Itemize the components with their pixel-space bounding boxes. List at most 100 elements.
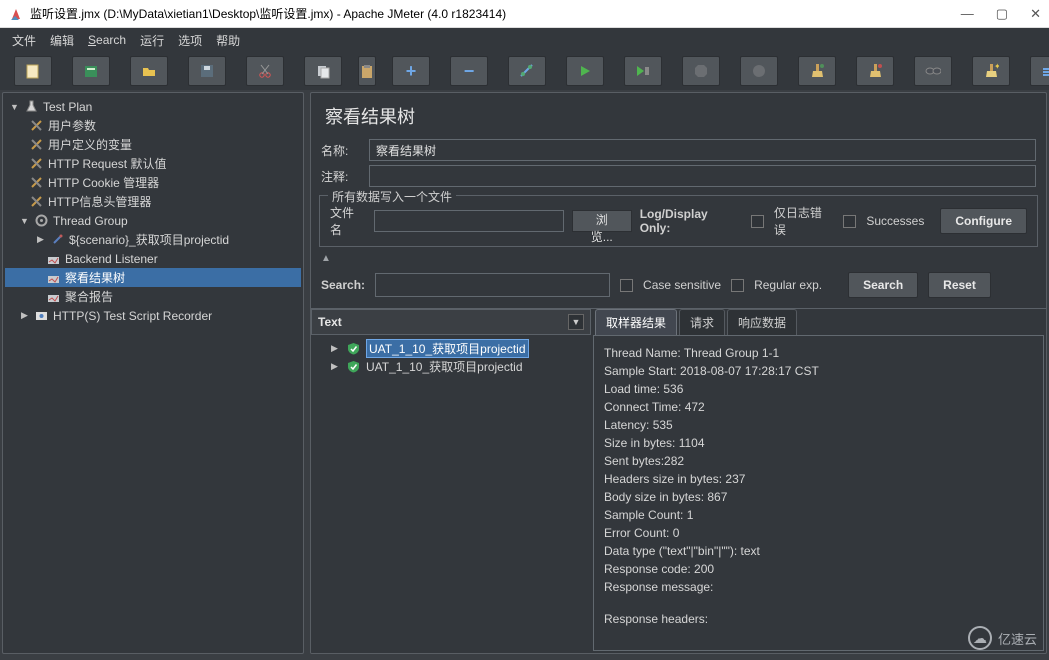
detail-line: Sample Count: 1 xyxy=(604,506,1033,524)
toggle-button[interactable] xyxy=(508,56,546,86)
filename-input[interactable] xyxy=(374,210,564,232)
clear-all-button[interactable] xyxy=(856,56,894,86)
cut-button[interactable] xyxy=(246,56,284,86)
tree-toggle-icon[interactable]: ▶ xyxy=(35,234,46,245)
window-titlebar: 监听设置.jmx (D:\MyData\xietian1\Desktop\监听设… xyxy=(0,0,1049,28)
results-tree-panel: Text ▼ ▶ UAT_1_10_获取项目projectid ▶ UAT_1_… xyxy=(311,308,591,653)
tree-toggle-icon[interactable]: ▶ xyxy=(19,310,30,321)
app-icon xyxy=(8,6,24,22)
window-title: 监听设置.jmx (D:\MyData\xietian1\Desktop\监听设… xyxy=(30,5,961,22)
search-input[interactable] xyxy=(375,273,610,297)
filename-label: 文件名 xyxy=(330,204,366,238)
browse-button[interactable]: 浏览... xyxy=(572,210,632,232)
start-button[interactable] xyxy=(566,56,604,86)
menu-bar: 文件 编辑 Search 运行 选项 帮助 xyxy=(0,28,1049,52)
tree-node-test-plan[interactable]: Test Plan xyxy=(43,100,92,114)
case-sensitive-label: Case sensitive xyxy=(643,278,721,292)
tree-node[interactable]: HTTP Cookie 管理器 xyxy=(48,174,159,191)
shutdown-button[interactable] xyxy=(740,56,778,86)
main-panel: 察看结果树 名称: 注释: 所有数据写入一个文件 文件名 浏览... Log/D… xyxy=(310,92,1047,654)
watermark-text: 亿速云 xyxy=(998,629,1037,648)
result-type-select[interactable]: Text xyxy=(318,315,342,329)
menu-run[interactable]: 运行 xyxy=(140,32,164,49)
detail-line: Body size in bytes: 867 xyxy=(604,488,1033,506)
stop-button[interactable] xyxy=(682,56,720,86)
listener-icon xyxy=(46,270,61,285)
detail-line: Response code: 200 xyxy=(604,560,1033,578)
start-no-timers-button[interactable] xyxy=(624,56,662,86)
tree-toggle-icon[interactable]: ▼ xyxy=(9,102,20,112)
menu-search[interactable]: Search xyxy=(88,33,126,47)
tree-node[interactable]: HTTP Request 默认值 xyxy=(48,155,166,172)
name-input[interactable] xyxy=(369,139,1036,161)
reset-button[interactable]: Reset xyxy=(928,272,991,298)
tree-node[interactable]: 聚合报告 xyxy=(65,288,113,305)
case-sensitive-checkbox[interactable] xyxy=(620,279,633,292)
detail-line: Error Count: 0 xyxy=(604,524,1033,542)
detail-line: Sent bytes:282 xyxy=(604,452,1033,470)
copy-button[interactable] xyxy=(304,56,342,86)
templates-button[interactable] xyxy=(72,56,110,86)
result-row[interactable]: ▶ UAT_1_10_获取项目projectid xyxy=(313,339,589,357)
close-button[interactable]: ✕ xyxy=(1030,6,1041,22)
tab-request[interactable]: 请求 xyxy=(679,309,725,335)
wrench-icon xyxy=(29,156,44,171)
tree-toggle-icon[interactable]: ▶ xyxy=(331,361,341,372)
cloud-icon: ☁ xyxy=(968,626,992,650)
dropdown-icon[interactable]: ▼ xyxy=(568,314,584,330)
menu-options[interactable]: 选项 xyxy=(178,32,202,49)
wrench-icon xyxy=(29,175,44,190)
function-helper-button[interactable]: ✦ xyxy=(972,56,1010,86)
detail-line: Size in bytes: 1104 xyxy=(604,434,1033,452)
expand-button[interactable]: + xyxy=(392,56,430,86)
detail-line: Thread Name: Thread Group 1-1 xyxy=(604,344,1033,362)
regexp-label: Regular exp. xyxy=(754,278,822,292)
clear-button[interactable] xyxy=(798,56,836,86)
menu-edit[interactable]: 编辑 xyxy=(50,32,74,49)
tree-node[interactable]: ${scenario}_获取项目projectid xyxy=(69,231,229,248)
tree-node-recorder[interactable]: HTTP(S) Test Script Recorder xyxy=(53,309,212,323)
tree-node-view-results[interactable]: 察看结果树 xyxy=(65,269,125,286)
new-button[interactable] xyxy=(14,56,52,86)
menu-file[interactable]: 文件 xyxy=(12,32,36,49)
sampler-result-text[interactable]: Thread Name: Thread Group 1-1 Sample Sta… xyxy=(593,335,1044,651)
wrench-icon xyxy=(29,194,44,209)
tree-toggle-icon[interactable]: ▼ xyxy=(19,216,30,226)
comment-input[interactable] xyxy=(369,165,1036,187)
configure-button[interactable]: Configure xyxy=(940,208,1027,234)
wrench-icon xyxy=(29,137,44,152)
test-plan-tree[interactable]: ▼ Test Plan 用户参数 用户定义的变量 HTTP Request 默认值… xyxy=(2,92,304,654)
detail-line: Data type ("text"|"bin"|""): text xyxy=(604,542,1033,560)
menu-help[interactable]: 帮助 xyxy=(216,32,240,49)
tree-node-thread-group[interactable]: Thread Group xyxy=(53,214,128,228)
regexp-checkbox[interactable] xyxy=(731,279,744,292)
recorder-icon xyxy=(34,308,49,323)
minimize-button[interactable]: — xyxy=(961,6,974,22)
tree-node[interactable]: 用户参数 xyxy=(48,117,96,134)
tree-toggle-icon[interactable]: ▶ xyxy=(331,343,341,354)
tree-node[interactable]: 用户定义的变量 xyxy=(48,136,132,153)
sampler-icon xyxy=(50,232,65,247)
comment-label: 注释: xyxy=(321,168,361,185)
result-label: UAT_1_10_获取项目projectid xyxy=(366,339,529,358)
tree-node[interactable]: Backend Listener xyxy=(65,252,158,266)
tab-response-data[interactable]: 响应数据 xyxy=(727,309,797,335)
maximize-button[interactable]: ▢ xyxy=(996,6,1008,22)
search-button[interactable]: Search xyxy=(848,272,918,298)
search-tool-button[interactable] xyxy=(914,56,952,86)
success-icon xyxy=(347,360,360,373)
result-details-panel: 取样器结果 请求 响应数据 Thread Name: Thread Group … xyxy=(591,308,1046,653)
successes-checkbox[interactable] xyxy=(843,215,856,228)
wrench-icon xyxy=(29,118,44,133)
paste-button[interactable] xyxy=(358,56,376,86)
tab-sampler-result[interactable]: 取样器结果 xyxy=(595,309,677,335)
help-tool-button[interactable] xyxy=(1030,56,1049,86)
save-button[interactable] xyxy=(188,56,226,86)
detail-line: Connect Time: 472 xyxy=(604,398,1033,416)
tree-node[interactable]: HTTP信息头管理器 xyxy=(48,193,151,210)
collapse-icon[interactable]: ▲ xyxy=(311,251,1046,266)
result-row[interactable]: ▶ UAT_1_10_获取项目projectid xyxy=(313,357,589,375)
open-button[interactable] xyxy=(130,56,168,86)
errors-checkbox[interactable] xyxy=(751,215,764,228)
collapse-button[interactable]: − xyxy=(450,56,488,86)
